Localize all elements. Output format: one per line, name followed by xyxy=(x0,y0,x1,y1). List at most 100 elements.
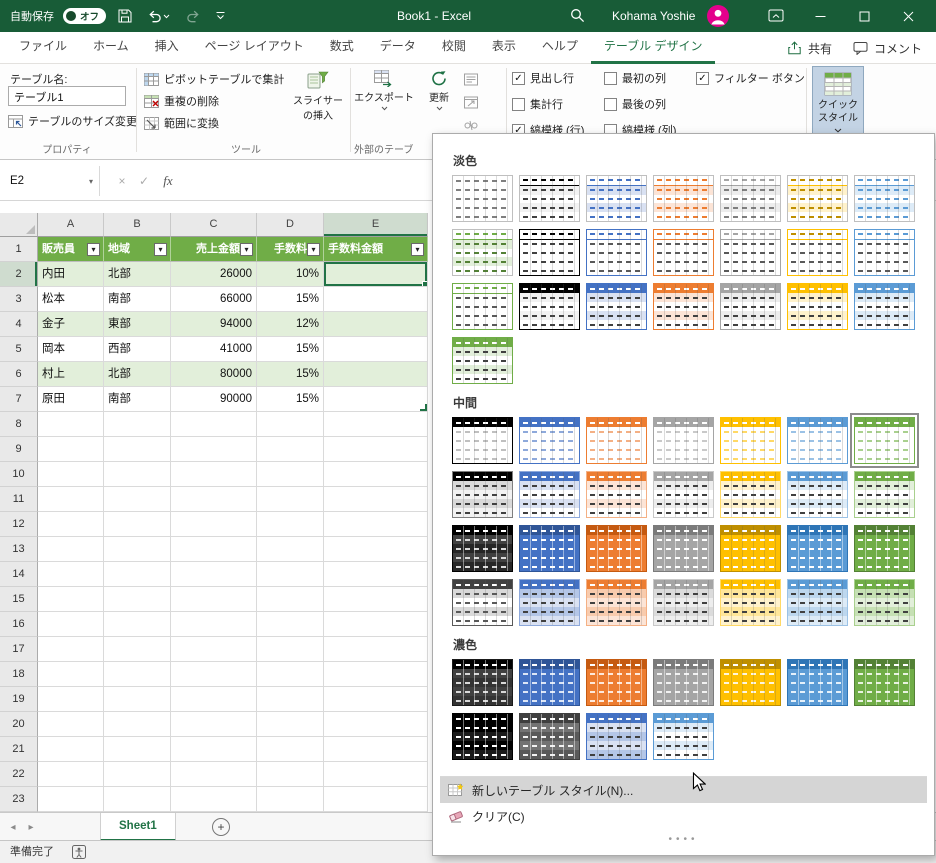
insert-slicer-button[interactable]: スライサーの挿入 xyxy=(290,70,346,122)
row-header-20[interactable]: 20 xyxy=(0,712,38,737)
cell-B11[interactable] xyxy=(104,487,171,512)
table-style-swatch[interactable] xyxy=(850,413,919,468)
cell-C13[interactable] xyxy=(171,537,257,562)
filter-button[interactable]: ▾ xyxy=(307,242,320,256)
table-header-cell[interactable]: 手数料 ▾ xyxy=(257,237,324,262)
table-style-swatch[interactable] xyxy=(720,659,781,706)
cancel-icon[interactable]: × xyxy=(112,166,132,196)
cell-B14[interactable] xyxy=(104,562,171,587)
properties-icon[interactable] xyxy=(464,73,478,86)
table-style-swatch[interactable] xyxy=(519,417,580,464)
avatar[interactable] xyxy=(707,5,729,27)
cell-C8[interactable] xyxy=(171,412,257,437)
table-style-swatch[interactable] xyxy=(787,659,848,706)
table-style-swatch[interactable] xyxy=(720,229,781,276)
table-resize-corner[interactable] xyxy=(420,404,427,411)
table-style-swatch[interactable] xyxy=(452,471,513,518)
table-style-swatch[interactable] xyxy=(586,713,647,760)
cell-A19[interactable] xyxy=(38,687,104,712)
cell-D18[interactable] xyxy=(257,662,324,687)
close-button[interactable] xyxy=(888,0,928,32)
cell-A13[interactable] xyxy=(38,537,104,562)
style-option-checkbox[interactable]: 最初の列 xyxy=(604,70,690,86)
cell-D13[interactable] xyxy=(257,537,324,562)
filter-button[interactable]: ▾ xyxy=(240,242,253,256)
cell-D9[interactable] xyxy=(257,437,324,462)
table-style-swatch[interactable] xyxy=(720,175,781,222)
cell-A6[interactable]: 村上 xyxy=(38,362,104,387)
ribbon-tab-7[interactable]: 校閲 xyxy=(429,32,479,64)
style-option-checkbox[interactable]: ✓ フィルター ボタン xyxy=(696,70,814,86)
table-style-swatch[interactable] xyxy=(519,175,580,222)
ribbon-tab-9[interactable]: ヘルプ xyxy=(529,32,591,64)
customize-toolbar-icon[interactable] xyxy=(213,3,228,29)
row-header-13[interactable]: 13 xyxy=(0,537,38,562)
sheet-nav-left-icon[interactable]: ◂ xyxy=(4,813,22,841)
style-option-checkbox[interactable]: 最後の列 xyxy=(604,96,690,112)
table-style-swatch[interactable] xyxy=(519,525,580,572)
table-style-swatch[interactable] xyxy=(653,659,714,706)
cell-D16[interactable] xyxy=(257,612,324,637)
row-header-22[interactable]: 22 xyxy=(0,762,38,787)
cell-E7[interactable] xyxy=(324,387,428,412)
cell-D8[interactable] xyxy=(257,412,324,437)
row-header-15[interactable]: 15 xyxy=(0,587,38,612)
search-icon[interactable] xyxy=(570,8,585,23)
row-header-6[interactable]: 6 xyxy=(0,362,38,387)
new-table-style-item[interactable]: 新しいテーブル スタイル(N)... xyxy=(440,777,927,803)
table-header-cell[interactable]: 販売員 ▾ xyxy=(38,237,104,262)
cell-D19[interactable] xyxy=(257,687,324,712)
table-style-swatch[interactable] xyxy=(519,283,580,330)
summarize-with-pivottable-button[interactable]: ピボットテーブルで集計 xyxy=(144,71,284,87)
table-style-swatch[interactable] xyxy=(653,175,714,222)
cell-B2[interactable]: 北部 xyxy=(104,262,171,287)
cell-E11[interactable] xyxy=(324,487,428,512)
new-sheet-button[interactable]: + xyxy=(212,818,230,836)
cell-E10[interactable] xyxy=(324,462,428,487)
table-style-swatch[interactable] xyxy=(586,471,647,518)
select-all-button[interactable] xyxy=(0,213,38,237)
ribbon-tab-3[interactable]: 挿入 xyxy=(142,32,192,64)
table-style-swatch[interactable] xyxy=(452,175,513,222)
table-style-swatch[interactable] xyxy=(586,525,647,572)
cell-A10[interactable] xyxy=(38,462,104,487)
cell-E13[interactable] xyxy=(324,537,428,562)
table-style-swatch[interactable] xyxy=(519,471,580,518)
column-header-d[interactable]: D xyxy=(257,213,324,237)
column-header-a[interactable]: A xyxy=(38,213,104,237)
cell-C12[interactable] xyxy=(171,512,257,537)
cell-D5[interactable]: 15% xyxy=(257,337,324,362)
unlink-icon[interactable] xyxy=(464,119,478,132)
cell-B19[interactable] xyxy=(104,687,171,712)
row-header-11[interactable]: 11 xyxy=(0,487,38,512)
table-style-swatch[interactable] xyxy=(854,659,915,706)
row-header-5[interactable]: 5 xyxy=(0,337,38,362)
table-style-swatch[interactable] xyxy=(653,283,714,330)
cell-A9[interactable] xyxy=(38,437,104,462)
table-style-swatch[interactable] xyxy=(787,579,848,626)
cell-D15[interactable] xyxy=(257,587,324,612)
table-style-swatch[interactable] xyxy=(787,175,848,222)
table-style-swatch[interactable] xyxy=(452,579,513,626)
cell-C5[interactable]: 41000 xyxy=(171,337,257,362)
row-header-8[interactable]: 8 xyxy=(0,412,38,437)
cell-A23[interactable] xyxy=(38,787,104,812)
style-option-checkbox[interactable]: ✓ 見出し行 xyxy=(512,70,598,86)
cell-C7[interactable]: 90000 xyxy=(171,387,257,412)
row-header-3[interactable]: 3 xyxy=(0,287,38,312)
cell-E8[interactable] xyxy=(324,412,428,437)
cell-C23[interactable] xyxy=(171,787,257,812)
table-style-swatch[interactable] xyxy=(452,337,513,384)
cell-D22[interactable] xyxy=(257,762,324,787)
row-header-18[interactable]: 18 xyxy=(0,662,38,687)
cell-D4[interactable]: 12% xyxy=(257,312,324,337)
cell-E23[interactable] xyxy=(324,787,428,812)
table-style-swatch[interactable] xyxy=(452,525,513,572)
cell-E12[interactable] xyxy=(324,512,428,537)
cell-A3[interactable]: 松本 xyxy=(38,287,104,312)
cell-C16[interactable] xyxy=(171,612,257,637)
cell-C19[interactable] xyxy=(171,687,257,712)
cell-B6[interactable]: 北部 xyxy=(104,362,171,387)
insert-function-icon[interactable]: fx xyxy=(158,166,178,196)
cell-C11[interactable] xyxy=(171,487,257,512)
